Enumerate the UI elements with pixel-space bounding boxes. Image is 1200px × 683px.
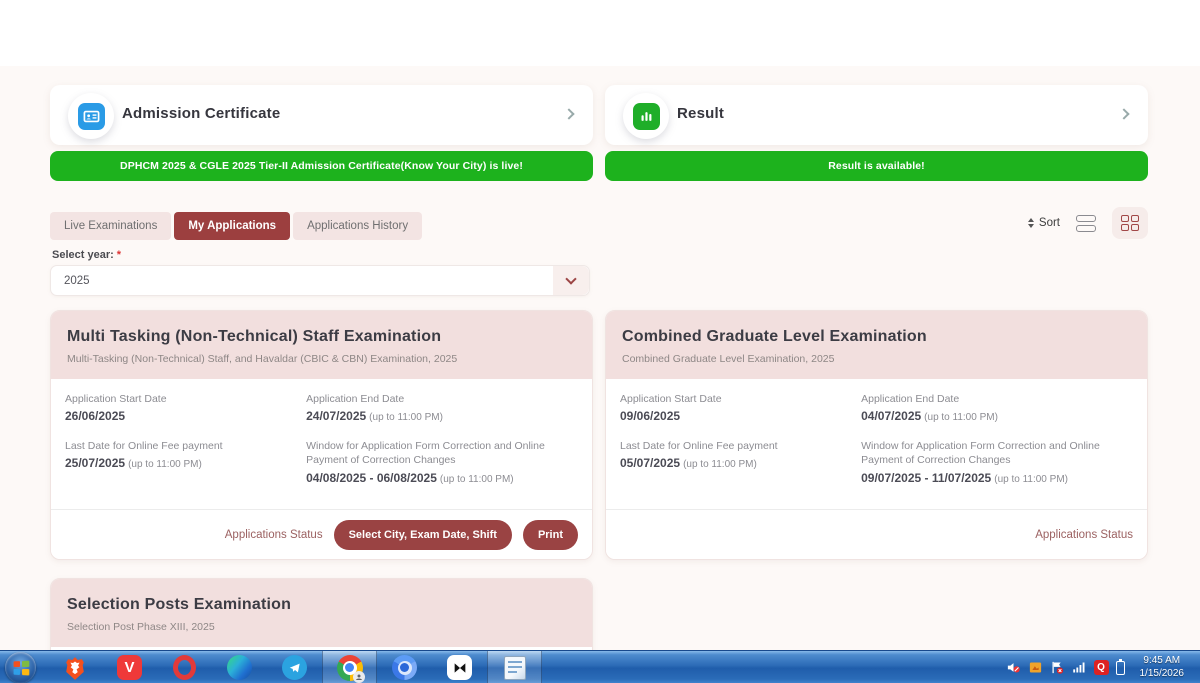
chevron-right-icon[interactable] (1118, 108, 1129, 119)
notepad-icon (504, 656, 526, 680)
taskbar-edge-button[interactable] (212, 651, 267, 683)
exam-card-footer: Applications Status (606, 509, 1147, 559)
result-card[interactable]: Result (605, 85, 1148, 145)
taskbar-chromium-button[interactable] (377, 651, 432, 683)
exam-card-header: Combined Graduate Level Examination Comb… (606, 311, 1147, 379)
exam-card-cgl: Combined Graduate Level Examination Comb… (605, 310, 1148, 560)
chrome-icon (337, 655, 363, 681)
tab-live-examinations[interactable]: Live Examinations (50, 212, 171, 240)
clock-date: 1/15/2026 (1140, 668, 1185, 681)
telegram-icon (282, 655, 307, 680)
clock-time: 9:45 AM (1140, 655, 1185, 668)
sort-label: Sort (1039, 217, 1060, 229)
admission-certificate-title: Admission Certificate (122, 105, 280, 122)
result-icon-circle (623, 93, 669, 139)
action-center-flag-icon[interactable] (1050, 660, 1065, 675)
taskbar-telegram-button[interactable] (267, 651, 322, 683)
required-marker: * (117, 249, 121, 261)
result-title: Result (677, 105, 724, 122)
admission-certificate-card[interactable]: Admission Certificate (50, 85, 593, 145)
admission-certificate-icon-circle (68, 93, 114, 139)
grid-view-button[interactable] (1112, 207, 1148, 239)
taskbar-vivaldi-button[interactable]: V (102, 651, 157, 683)
system-tray: Q 9:45 AM 1/15/2026 (1006, 651, 1199, 683)
battery-icon[interactable] (1116, 661, 1125, 675)
exam-card-header: Selection Posts Examination Selection Po… (51, 579, 592, 647)
taskbar-chrome-button[interactable] (322, 651, 377, 683)
date-field: Window for Application Form Correction a… (861, 439, 1133, 484)
update-alert-icon[interactable] (1028, 660, 1043, 675)
windows-taskbar: V (0, 650, 1200, 683)
capcut-icon (447, 655, 472, 680)
admission-certificate-banner[interactable]: DPHCM 2025 & CGLE 2025 Tier-II Admission… (50, 151, 593, 181)
start-button[interactable] (5, 652, 36, 683)
year-select-caret-zone[interactable] (553, 266, 589, 295)
exam-tabs: Live Examinations My Applications Applic… (50, 212, 422, 240)
profile-badge-icon (353, 671, 365, 683)
result-banner[interactable]: Result is available! (605, 151, 1148, 181)
chromium-icon (392, 655, 417, 680)
list-view-icon[interactable] (1076, 215, 1096, 232)
exam-card-footer: Applications Status Select City, Exam Da… (51, 509, 592, 559)
chevron-down-icon (565, 273, 576, 284)
vivaldi-icon: V (117, 655, 142, 680)
q-app-icon[interactable]: Q (1094, 660, 1109, 675)
windows-logo-icon (13, 660, 28, 674)
taskbar-brave-button[interactable] (47, 651, 102, 683)
year-select-value: 2025 (51, 275, 553, 287)
date-field: Application Start Date 26/06/2025 (65, 392, 306, 423)
select-city-button[interactable]: Select City, Exam Date, Shift (334, 520, 512, 550)
sort-button[interactable]: Sort (1028, 217, 1060, 229)
date-field: Application End Date 04/07/2025(up to 11… (861, 392, 1133, 423)
exam-subtitle: Multi-Tasking (Non-Technical) Staff, and… (67, 353, 576, 365)
bar-chart-icon (633, 103, 660, 130)
tab-applications-history[interactable]: Applications History (293, 212, 422, 240)
exam-card-header: Multi Tasking (Non-Technical) Staff Exam… (51, 311, 592, 379)
result-section: Result Result is available! (605, 85, 1148, 181)
exam-subtitle: Selection Post Phase XIII, 2025 (67, 621, 576, 633)
year-select-dropdown[interactable]: 2025 (50, 265, 590, 296)
date-field: Application Start Date 09/06/2025 (620, 392, 861, 423)
tab-my-applications[interactable]: My Applications (174, 212, 290, 240)
taskbar-capcut-button[interactable] (432, 651, 487, 683)
brave-icon (62, 655, 88, 681)
taskbar-clock[interactable]: 9:45 AM 1/15/2026 (1132, 655, 1193, 680)
sort-arrows-icon (1028, 218, 1034, 228)
view-toolbar: Sort (1028, 208, 1148, 238)
select-year-label: Select year:* (52, 249, 121, 261)
applications-status-link[interactable]: Applications Status (1035, 529, 1133, 541)
volume-muted-icon[interactable] (1006, 660, 1021, 675)
chevron-right-icon[interactable] (563, 108, 574, 119)
exam-dates: Application Start Date 09/06/2025 Applic… (606, 379, 1147, 485)
edge-icon (227, 655, 252, 680)
grid-view-icon (1121, 215, 1140, 232)
applications-status-link[interactable]: Applications Status (225, 529, 323, 541)
exam-subtitle: Combined Graduate Level Examination, 202… (622, 353, 1131, 365)
exam-title: Selection Posts Examination (67, 596, 576, 614)
date-field: Window for Application Form Correction a… (306, 439, 578, 484)
exam-dates: Application Start Date 26/06/2025 Applic… (51, 379, 592, 485)
taskbar-notepad-button[interactable] (487, 651, 542, 683)
admission-certificate-section: Admission Certificate DPHCM 2025 & CGLE … (50, 85, 593, 181)
date-field: Last Date for Online Fee payment 25/07/2… (65, 439, 306, 484)
opera-icon (173, 655, 196, 680)
print-button[interactable]: Print (523, 520, 578, 550)
id-card-icon (78, 103, 105, 130)
taskbar-icons: V (47, 651, 542, 683)
date-field: Application End Date 24/07/2025(up to 11… (306, 392, 578, 423)
top-white-strip (0, 0, 1200, 66)
taskbar-opera-button[interactable] (157, 651, 212, 683)
exam-title: Combined Graduate Level Examination (622, 328, 1131, 346)
network-signal-icon[interactable] (1072, 660, 1087, 675)
date-field: Last Date for Online Fee payment 05/07/2… (620, 439, 861, 484)
exam-card-mts: Multi Tasking (Non-Technical) Staff Exam… (50, 310, 593, 560)
exam-title: Multi Tasking (Non-Technical) Staff Exam… (67, 328, 576, 346)
